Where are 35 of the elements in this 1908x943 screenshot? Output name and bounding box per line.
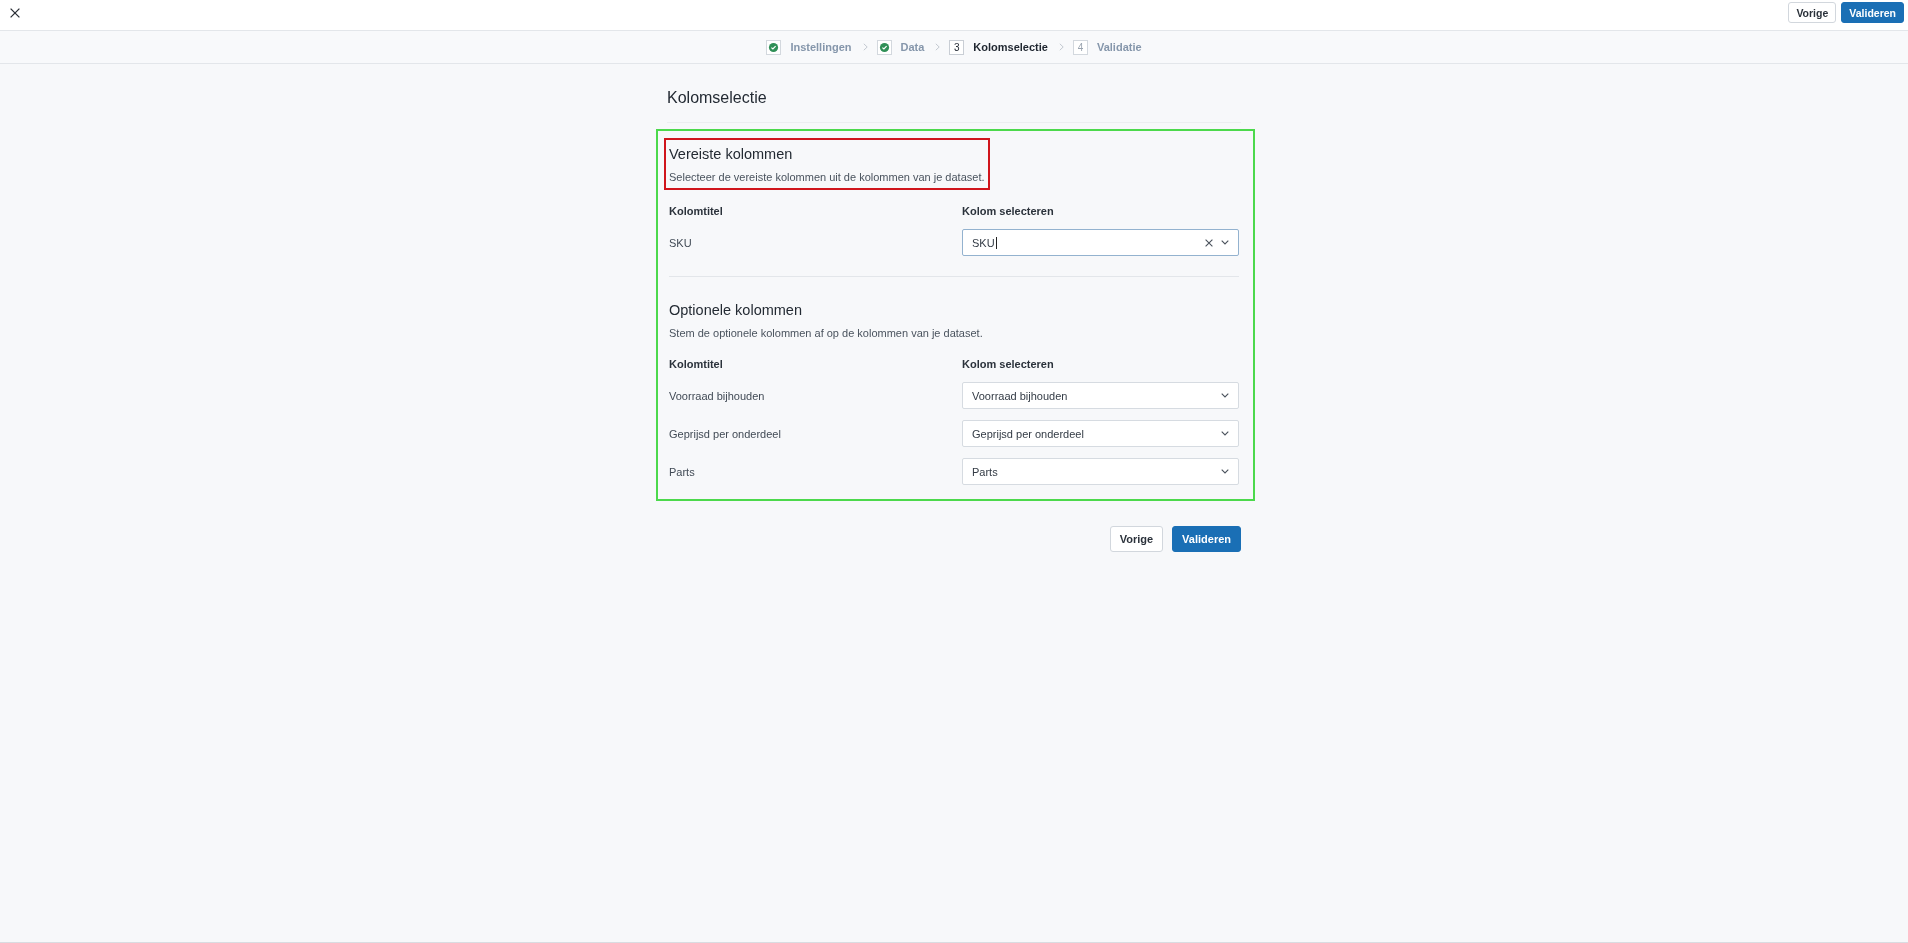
previous-button[interactable]: Vorige: [1109, 526, 1164, 552]
column-header: Kolomtitel: [669, 357, 724, 371]
section-title: Optionele kolommen: [669, 301, 803, 319]
page-title: Kolomselectie: [667, 88, 768, 108]
select-field[interactable]: Parts: [962, 458, 1239, 485]
chevron-down-icon: [1221, 469, 1229, 474]
chevron-right-icon: [935, 43, 941, 51]
row-label: Geprijsd per onderdeel: [669, 427, 782, 440]
section-description: Selecteer de vereiste kolommen uit de kolommen van je dataset.: [669, 170, 985, 185]
validate-button[interactable]: Valideren: [1172, 526, 1241, 552]
section-title: Vereiste kolommen: [669, 145, 794, 163]
column-header: Kolomtitel: [669, 204, 724, 218]
row-label: SKU: [669, 236, 693, 249]
row-label: Parts: [669, 465, 696, 478]
select-field[interactable]: Voorraad bijhouden: [962, 382, 1239, 409]
chevron-right-icon: [1058, 43, 1064, 51]
clear-icon[interactable]: [1205, 238, 1213, 247]
chevron-down-icon: [1221, 431, 1229, 436]
step-number: 4: [1072, 39, 1088, 55]
step-label: Kolomselectie: [973, 41, 1048, 53]
section-description: Stem de optionele kolommen af op de kolommen van je dataset.: [669, 326, 983, 341]
close-icon[interactable]: [10, 8, 20, 18]
row-label: Voorraad bijhouden: [669, 389, 766, 402]
chevron-down-icon: [1221, 393, 1229, 398]
step-label: Validatie: [1096, 41, 1142, 53]
text-cursor-icon: [995, 236, 997, 249]
chevron-down-icon: [1221, 240, 1229, 245]
step-number: 3: [949, 39, 965, 55]
select-field[interactable]: Geprijsd per onderdeel: [962, 420, 1239, 447]
validate-button[interactable]: Valideren: [1841, 2, 1904, 23]
column-header: Kolom selecteren: [962, 204, 1055, 218]
select-field[interactable]: SKU: [962, 229, 1239, 256]
previous-button[interactable]: Vorige: [1788, 2, 1837, 23]
column-header: Kolom selecteren: [962, 357, 1055, 371]
chevron-right-icon: [862, 43, 868, 51]
